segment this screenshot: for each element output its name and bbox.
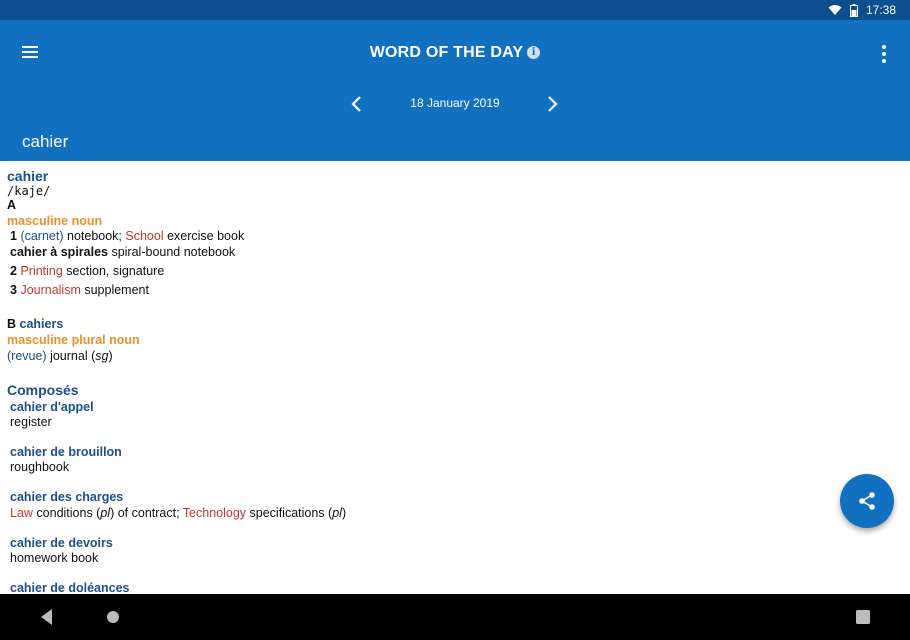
translation: notebook; xyxy=(63,229,126,243)
field-label: Printing xyxy=(20,264,63,278)
more-vert-icon xyxy=(882,45,886,63)
translation: ) xyxy=(108,349,113,363)
compound-title: cahier de doléances xyxy=(10,581,130,594)
compound-translation: roughbook xyxy=(10,460,70,474)
status-bar: 17:38 xyxy=(0,0,910,20)
headword: cahier xyxy=(7,168,49,184)
wifi-icon xyxy=(828,5,842,15)
section-b-word: cahiers xyxy=(19,317,64,331)
word-of-day: cahier xyxy=(22,132,69,151)
compound-title: cahier d'appel xyxy=(10,400,94,414)
pronunciation: /kaje/ xyxy=(7,184,51,198)
info-icon[interactable]: i xyxy=(527,46,541,59)
back-triangle-icon xyxy=(41,609,52,625)
entry-content: cahier /kaje/ A masculine noun 1 (carnet… xyxy=(0,161,910,594)
home-button[interactable] xyxy=(102,606,124,628)
compound-translation: Law conditions (pl) of contract; Technol… xyxy=(10,506,346,520)
field-label: Technology xyxy=(182,506,247,520)
app-bar: WORD OF THE DAY i 18 January 2019 cahier xyxy=(0,20,910,161)
share-icon xyxy=(859,492,875,510)
compound-title: cahier de brouillon xyxy=(10,445,122,459)
section-b-label: B xyxy=(7,317,17,331)
back-button[interactable] xyxy=(36,606,58,628)
sense-number: 2 xyxy=(10,264,17,278)
section-b: B cahiers xyxy=(7,317,63,331)
sense-number: 3 xyxy=(10,283,17,297)
sense-label: (carnet) xyxy=(20,229,64,243)
translation: section, signature xyxy=(62,264,165,278)
compounds-heading: Composés xyxy=(7,382,79,398)
compound-translation: homework book xyxy=(10,551,99,565)
translation: journal ( xyxy=(46,349,96,363)
field-label: School xyxy=(125,229,164,243)
next-day-button[interactable] xyxy=(540,92,564,116)
part-of-speech: masculine noun xyxy=(7,214,103,228)
translation: specifications ( xyxy=(246,506,333,520)
date-navigator: 18 January 2019 xyxy=(0,92,910,116)
sense-3: 3 Journalism supplement xyxy=(10,283,149,297)
section-a-label: A xyxy=(7,198,17,212)
more-options-button[interactable] xyxy=(874,42,894,66)
chevron-right-icon xyxy=(548,96,558,112)
field-label: Journalism xyxy=(20,283,81,297)
home-circle-icon xyxy=(107,611,119,623)
translation: exercise book xyxy=(163,229,245,243)
part-of-speech: masculine plural noun xyxy=(7,333,140,347)
compound-title: cahier de devoirs xyxy=(10,536,113,550)
recents-square-icon xyxy=(856,610,870,624)
phrase-text: cahier à spirales xyxy=(10,245,108,259)
compound-translation: register xyxy=(10,415,52,429)
phrase-translation: spiral-bound notebook xyxy=(107,245,236,259)
battery-icon xyxy=(849,3,858,17)
share-button[interactable] xyxy=(840,474,894,528)
grammar-note: pl xyxy=(332,506,342,520)
translation: conditions ( xyxy=(32,506,101,520)
grammar-note: pl xyxy=(100,506,111,520)
recents-button[interactable] xyxy=(852,606,874,628)
sense-b: (revue) journal (sg) xyxy=(7,349,113,363)
compound-title: cahier des charges xyxy=(10,490,124,504)
phrase: cahier à spirales spiral-bound notebook xyxy=(10,245,235,259)
translation: supplement xyxy=(80,283,149,297)
field-label: Law xyxy=(10,506,33,520)
current-date: 18 January 2019 xyxy=(410,96,500,110)
system-nav-bar xyxy=(0,594,910,640)
sense-2: 2 Printing section, signature xyxy=(10,264,164,278)
translation: ) xyxy=(341,506,347,520)
clock: 17:38 xyxy=(865,3,896,17)
page-title-text: WORD OF THE DAY xyxy=(369,44,524,61)
translation: ) of contract; xyxy=(110,506,183,520)
sense-1: 1 (carnet) notebook; School exercise boo… xyxy=(10,229,244,243)
sense-number: 1 xyxy=(10,229,17,243)
page-title: WORD OF THE DAY i xyxy=(0,44,910,62)
sense-label: (revue) xyxy=(7,349,47,363)
grammar-note: sg xyxy=(95,349,109,363)
